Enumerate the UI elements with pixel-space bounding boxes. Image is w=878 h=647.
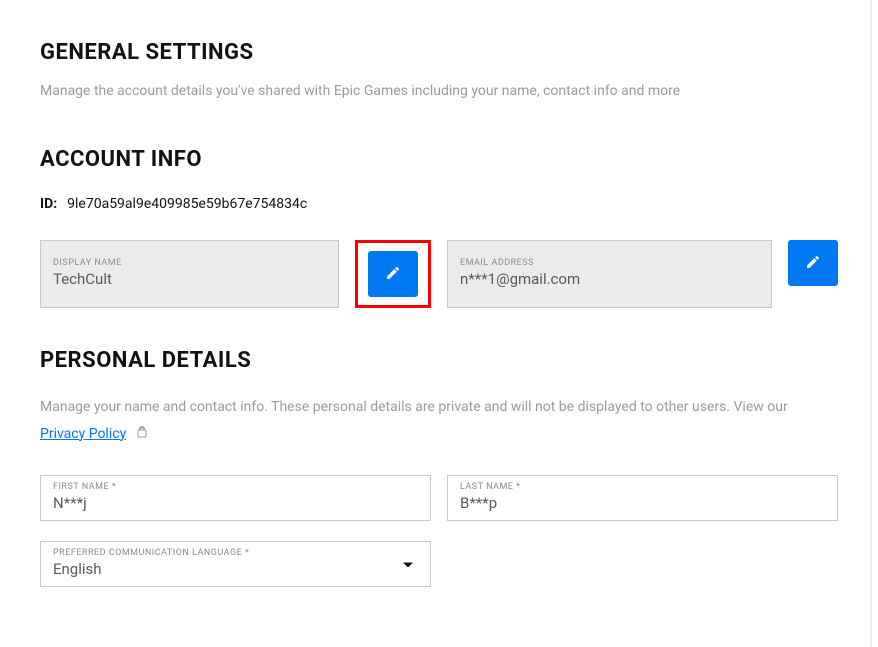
display-name-value: TechCult [53, 270, 326, 288]
personal-name-row: FIRST NAME * N***j LAST NAME * B***p [40, 475, 838, 521]
language-select[interactable]: PREFERRED COMMUNICATION LANGUAGE * Engli… [40, 541, 431, 587]
edit-email-button[interactable] [788, 240, 838, 286]
display-name-label: DISPLAY NAME [53, 258, 326, 268]
display-name-group: DISPLAY NAME TechCult [40, 240, 431, 308]
edit-display-name-button[interactable] [368, 251, 418, 297]
email-label: EMAIL ADDRESS [460, 258, 759, 268]
first-name-field[interactable]: FIRST NAME * N***j [40, 475, 431, 521]
account-fields-row: DISPLAY NAME TechCult EMAIL ADDRESS n***… [40, 240, 838, 308]
pencil-icon [385, 265, 401, 284]
privacy-row: Privacy Policy [40, 424, 838, 443]
email-group: EMAIL ADDRESS n***1@gmail.com [447, 240, 838, 308]
last-name-label: LAST NAME * [460, 482, 825, 492]
last-name-value: B***p [460, 494, 825, 512]
lock-icon [136, 424, 148, 443]
page-subtitle: Manage the account details you've shared… [40, 83, 838, 99]
language-row: PREFERRED COMMUNICATION LANGUAGE * Engli… [40, 541, 838, 587]
id-value: 9le70a59al9e409985e59b67e754834c [67, 196, 307, 212]
email-value: n***1@gmail.com [460, 270, 759, 288]
display-name-field: DISPLAY NAME TechCult [40, 240, 339, 308]
pencil-icon [805, 254, 821, 273]
email-field: EMAIL ADDRESS n***1@gmail.com [447, 240, 772, 308]
personal-details-title: PERSONAL DETAILS [40, 348, 838, 373]
privacy-policy-link[interactable]: Privacy Policy [40, 426, 126, 442]
id-label: ID: [40, 196, 57, 212]
last-name-field[interactable]: LAST NAME * B***p [447, 475, 838, 521]
account-id-row: ID: 9le70a59al9e409985e59b67e754834c [40, 196, 838, 212]
account-info-title: ACCOUNT INFO [40, 147, 838, 172]
first-name-value: N***j [53, 494, 418, 512]
first-name-label: FIRST NAME * [53, 482, 418, 492]
chevron-down-icon [402, 555, 414, 574]
language-label: PREFERRED COMMUNICATION LANGUAGE * [53, 548, 418, 558]
right-divider [870, 0, 872, 647]
language-value: English [53, 560, 418, 578]
personal-subtitle: Manage your name and contact info. These… [40, 397, 838, 418]
page-title: GENERAL SETTINGS [40, 40, 838, 65]
highlight-annotation [355, 240, 431, 308]
